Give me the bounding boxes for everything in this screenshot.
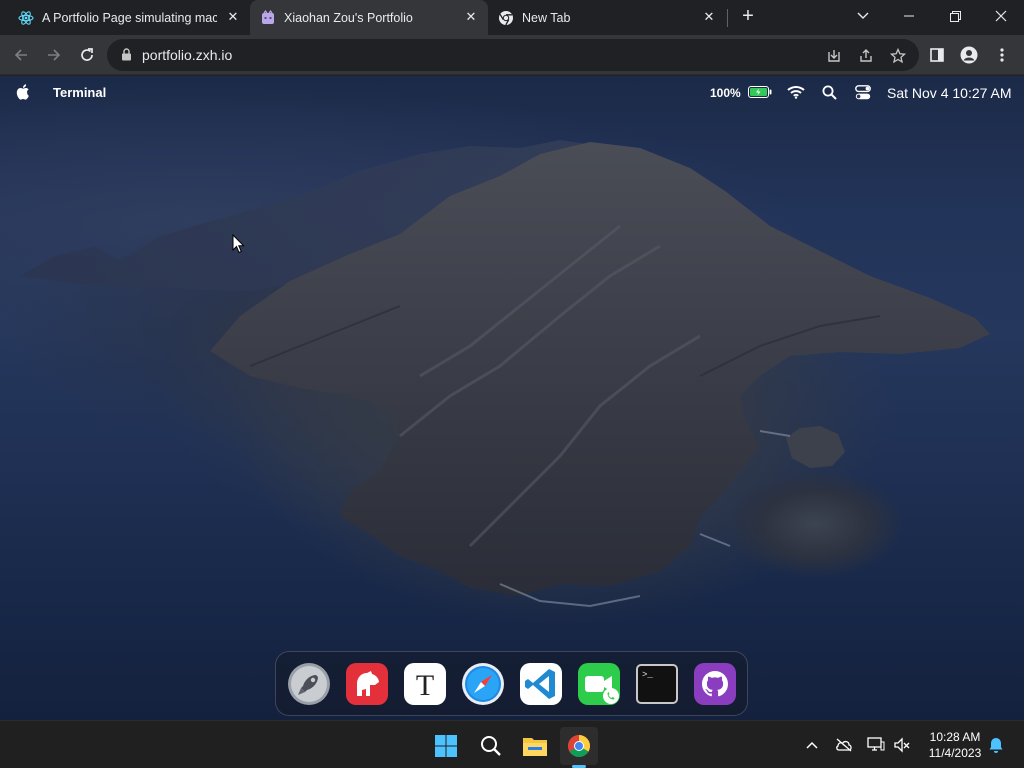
portfolio-favicon [260,9,276,26]
tab-strip: A Portfolio Page simulating macOS ✕ Xiao… [0,0,1024,35]
catalina-wallpaper [20,140,990,608]
more-menu-icon[interactable] [991,43,1013,67]
browser-toolbar: portfolio.zxh.io [0,35,1024,75]
side-panel-icon[interactable] [926,43,948,67]
tab-xiaohan-portfolio[interactable]: Xiaohan Zou's Portfolio ✕ [250,0,488,35]
taskbar-search-button[interactable] [472,727,510,765]
launchpad-icon[interactable] [287,662,331,706]
close-tab-icon[interactable]: ✕ [700,8,718,26]
start-button[interactable] [427,727,465,765]
control-center-icon[interactable] [855,85,871,103]
chrome-icon [498,10,514,26]
tab-title: Xiaohan Zou's Portfolio [284,10,413,25]
taskbar-clock[interactable]: 10:28 AM 11/4/2023 [918,729,992,761]
show-hidden-icons-chevron-icon[interactable] [803,736,821,754]
address-bar[interactable]: portfolio.zxh.io [107,39,919,71]
close-tab-icon[interactable]: ✕ [462,8,480,26]
tab-search-button[interactable] [840,0,886,32]
typora-icon[interactable]: T [403,662,447,706]
chrome-taskbar-icon[interactable] [560,727,598,765]
vscode-icon[interactable] [519,662,563,706]
battery-icon[interactable] [748,86,772,101]
tab-portfolio-macos[interactable]: A Portfolio Page simulating macOS ✕ [0,0,250,35]
url-text[interactable]: portfolio.zxh.io [142,47,232,63]
taskbar-time: 10:28 AM [929,730,981,744]
file-explorer-icon[interactable] [516,727,554,765]
tab-new-tab[interactable]: New Tab ✕ [488,0,726,35]
bear-notes-icon[interactable] [345,662,389,706]
macos-desktop[interactable]: Terminal 100% Sat Nov 4 10:27 AM T >_ [0,76,1024,720]
new-tab-button[interactable]: + [737,6,759,28]
mouse-cursor-icon [232,234,245,254]
mac-dock: T >_ [275,651,748,716]
apple-logo-icon[interactable] [16,84,31,104]
mac-menubar: Terminal 100% Sat Nov 4 10:27 AM [0,76,1024,108]
safari-icon[interactable] [461,662,505,706]
svg-text:>_: >_ [642,670,653,680]
terminal-icon[interactable]: >_ [635,662,679,706]
share-icon[interactable] [857,47,875,65]
facetime-icon[interactable] [577,662,621,706]
close-window-button[interactable] [978,0,1024,32]
notification-bell-icon[interactable] [987,736,1005,754]
bookmark-star-icon[interactable] [889,47,907,65]
wifi-icon[interactable] [787,85,805,102]
tab-separator [727,9,728,27]
battery-percentage: 100% [710,86,741,100]
install-app-icon[interactable] [825,47,843,65]
tab-title: A Portfolio Page simulating macOS [42,10,217,25]
profile-avatar-icon[interactable] [958,43,980,67]
network-icon[interactable] [867,736,885,754]
volume-muted-icon[interactable] [893,736,911,754]
menubar-datetime[interactable]: Sat Nov 4 10:27 AM [887,85,1012,101]
onedrive-offline-icon[interactable] [835,736,853,754]
react-icon [18,10,34,26]
active-app-name[interactable]: Terminal [53,85,106,100]
windows-taskbar: 10:28 AM 11/4/2023 [0,720,1024,768]
svg-text:T: T [416,669,434,702]
back-button[interactable] [9,43,33,67]
tab-title: New Tab [522,10,571,25]
forward-button[interactable] [42,43,66,67]
close-tab-icon[interactable]: ✕ [224,8,242,26]
restore-button[interactable] [932,0,978,32]
lock-icon[interactable] [121,48,132,66]
spotlight-search-icon[interactable] [822,85,837,103]
minimize-button[interactable] [886,0,932,32]
github-icon[interactable] [693,662,737,706]
taskbar-date: 11/4/2023 [928,746,982,760]
reload-button[interactable] [75,43,99,67]
